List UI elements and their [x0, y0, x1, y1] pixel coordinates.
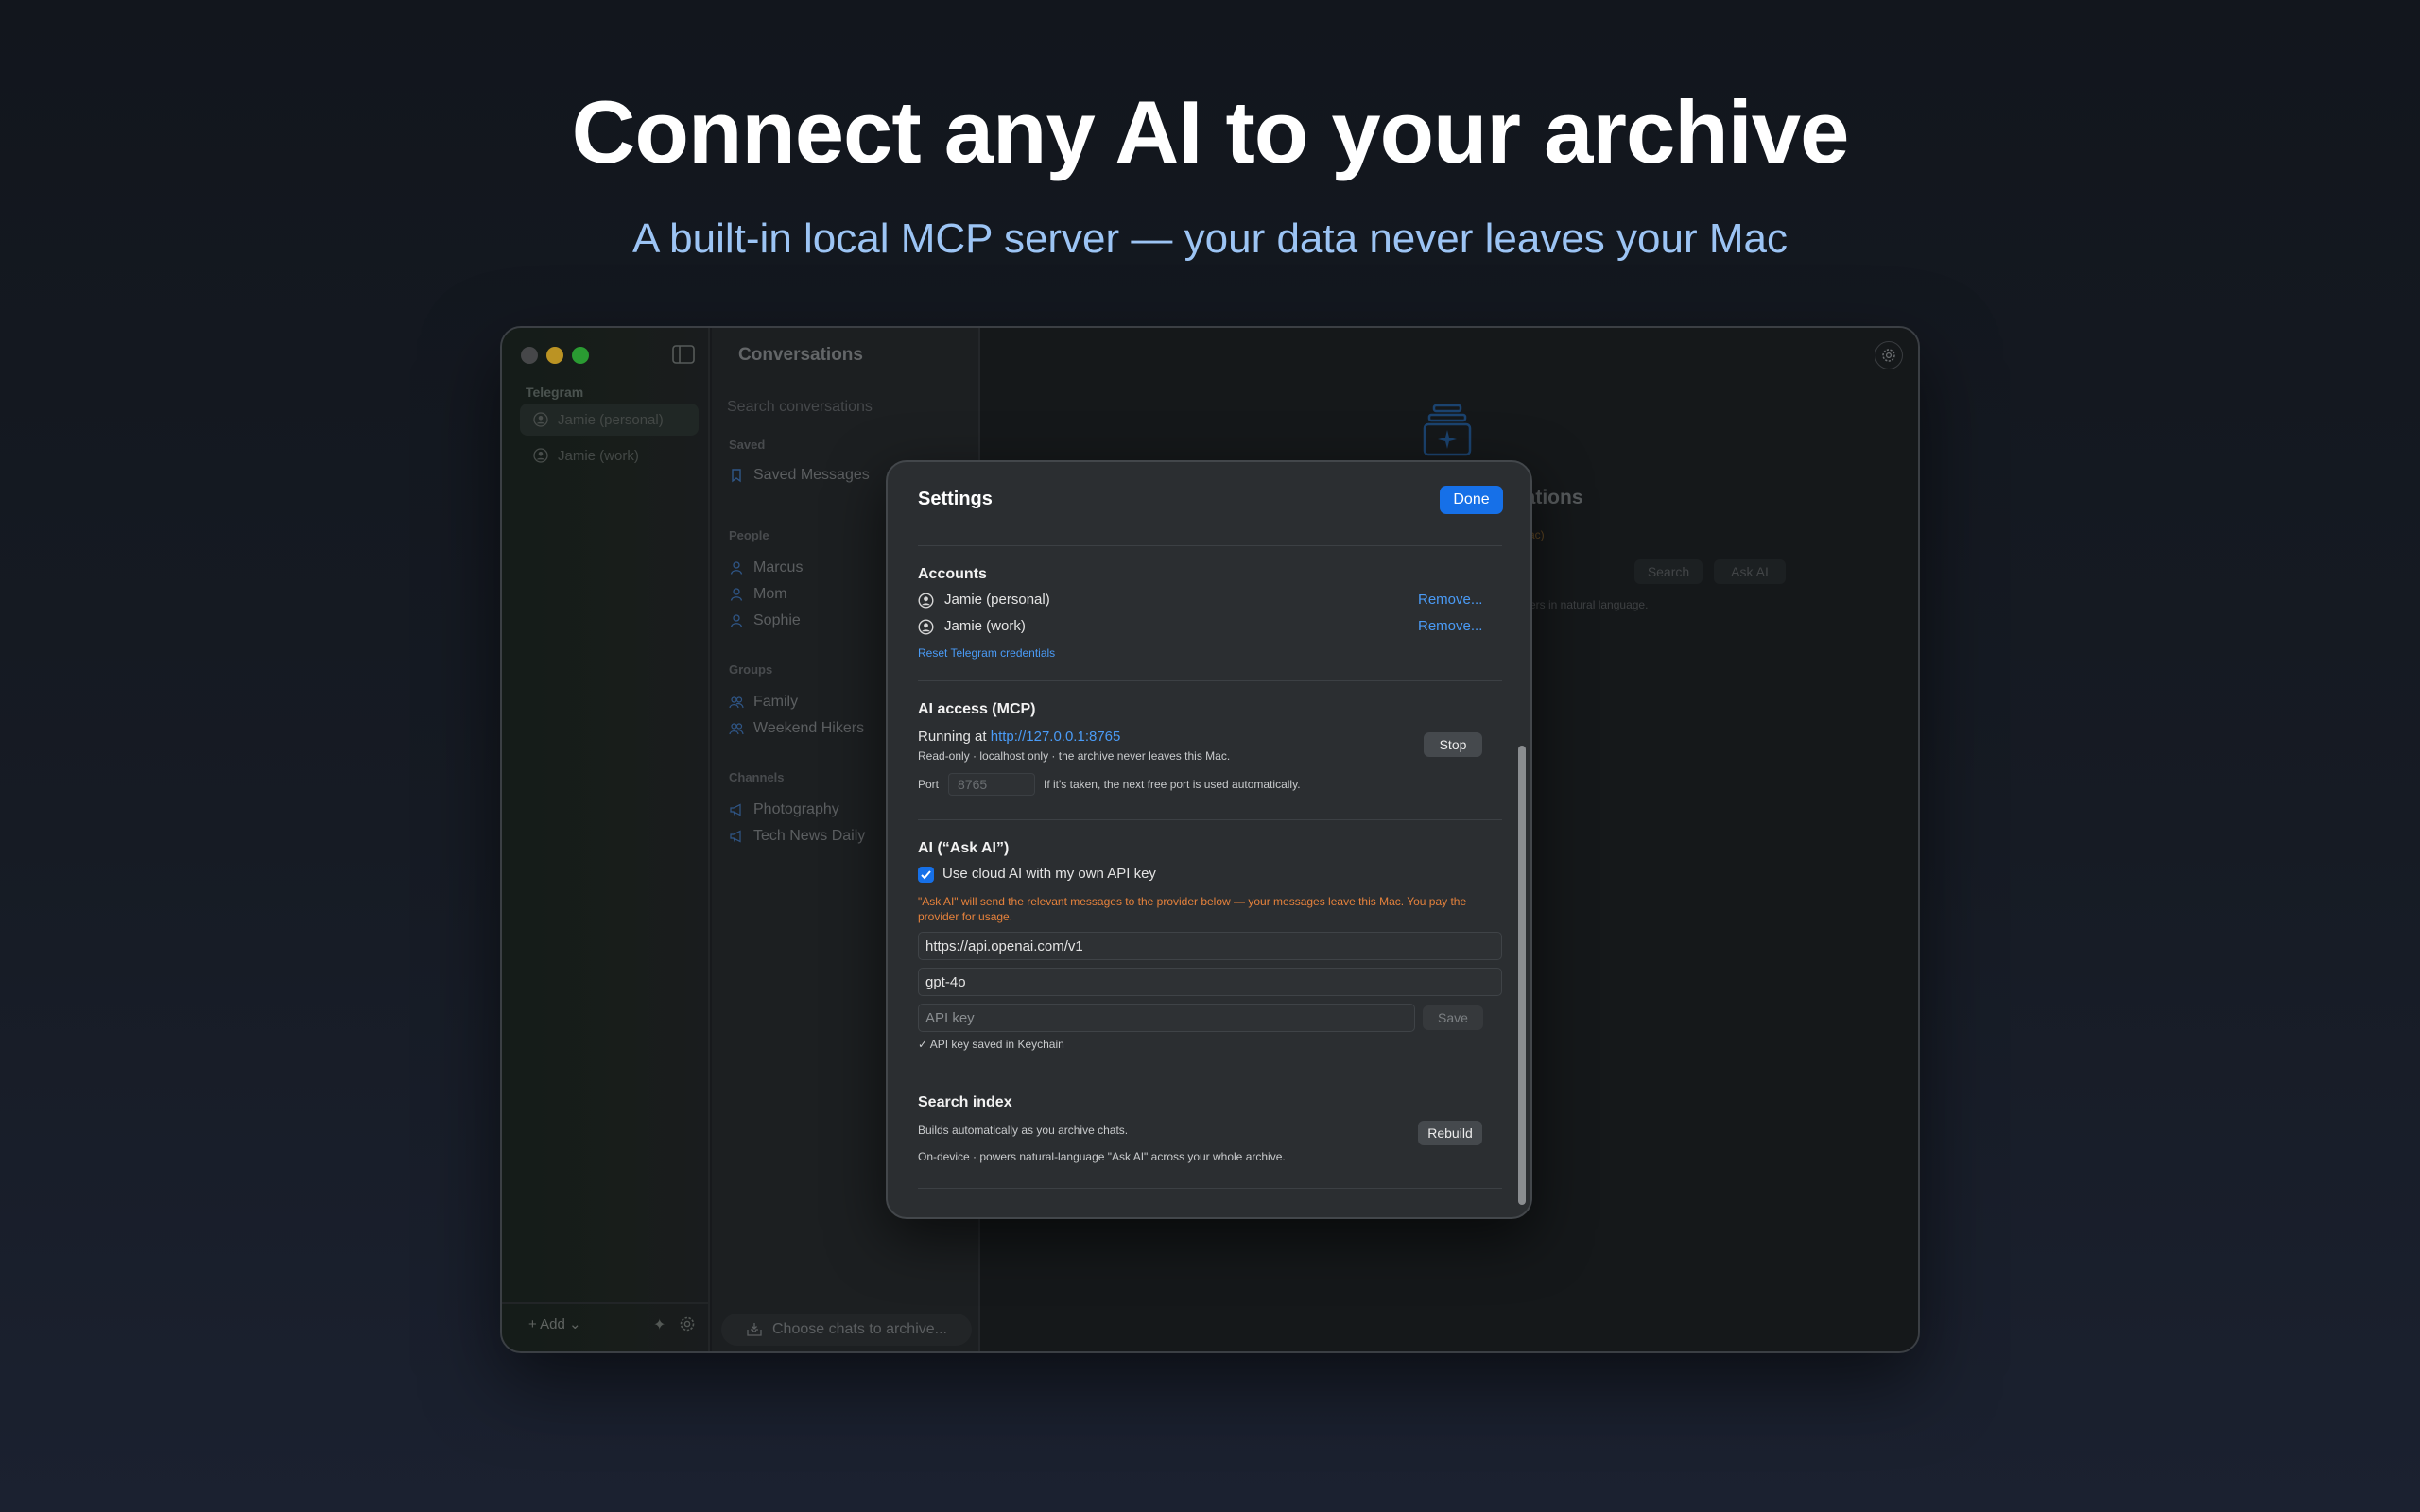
save-api-key-button[interactable]: Save — [1423, 1005, 1483, 1030]
accounts-heading: Accounts — [918, 566, 987, 582]
reset-credentials-link[interactable]: Reset Telegram credentials — [918, 646, 1055, 660]
api-key-saved-note: ✓ API key saved in Keychain — [918, 1038, 1064, 1051]
base-url-field[interactable]: https://api.openai.com/v1 — [918, 932, 1502, 960]
ask-ai-heading: AI (“Ask AI”) — [918, 840, 1010, 856]
stop-server-button[interactable]: Stop — [1424, 732, 1482, 757]
api-key-field[interactable]: API key — [918, 1004, 1415, 1032]
cloud-ai-checkbox-label[interactable]: Use cloud AI with my own API key — [942, 866, 1156, 882]
cloud-ai-warning: "Ask AI" will send the relevant messages… — [918, 895, 1467, 923]
port-input[interactable]: 8765 — [948, 773, 1035, 796]
mcp-running-prefix: Running at — [918, 729, 987, 745]
done-button[interactable]: Done — [1440, 486, 1503, 514]
port-label: Port — [918, 778, 940, 791]
settings-sheet: Settings Done Accounts Jamie (personal) … — [886, 460, 1532, 1219]
mcp-url-link[interactable]: http://127.0.0.1:8765 — [991, 729, 1121, 745]
search-index-heading: Search index — [918, 1094, 1012, 1110]
rebuild-index-button[interactable]: Rebuild — [1418, 1121, 1482, 1145]
mcp-note: Read-only · localhost only · the archive… — [918, 749, 1231, 763]
divider — [918, 545, 1502, 546]
account-name: Jamie (work) — [944, 618, 1026, 634]
hero-subtitle: A built-in local MCP server — your data … — [632, 215, 1788, 262]
remove-account-button[interactable]: Remove... — [1418, 592, 1482, 608]
cloud-ai-checkbox[interactable] — [918, 867, 934, 883]
model-field[interactable]: gpt-4o — [918, 968, 1502, 996]
account-name: Jamie (personal) — [944, 592, 1050, 608]
divider — [918, 680, 1502, 681]
port-hint: If it's taken, the next free port is use… — [1044, 778, 1301, 791]
search-index-note: Builds automatically as you archive chat… — [918, 1124, 1129, 1137]
remove-account-button[interactable]: Remove... — [1418, 618, 1482, 634]
search-index-detail: On-device · powers natural-language "Ask… — [918, 1150, 1286, 1163]
settings-title: Settings — [918, 489, 993, 509]
mcp-running-label: Running at http://127.0.0.1:8765 — [918, 729, 1120, 745]
person-circle-icon — [918, 593, 934, 609]
mcp-heading: AI access (MCP) — [918, 701, 1036, 717]
person-circle-icon — [918, 619, 934, 635]
divider — [918, 819, 1502, 820]
checkmark-icon — [921, 870, 931, 880]
settings-scrollbar[interactable] — [1518, 746, 1526, 1205]
hero-title: Connect any AI to your archive — [571, 82, 1850, 181]
divider — [918, 1188, 1502, 1189]
